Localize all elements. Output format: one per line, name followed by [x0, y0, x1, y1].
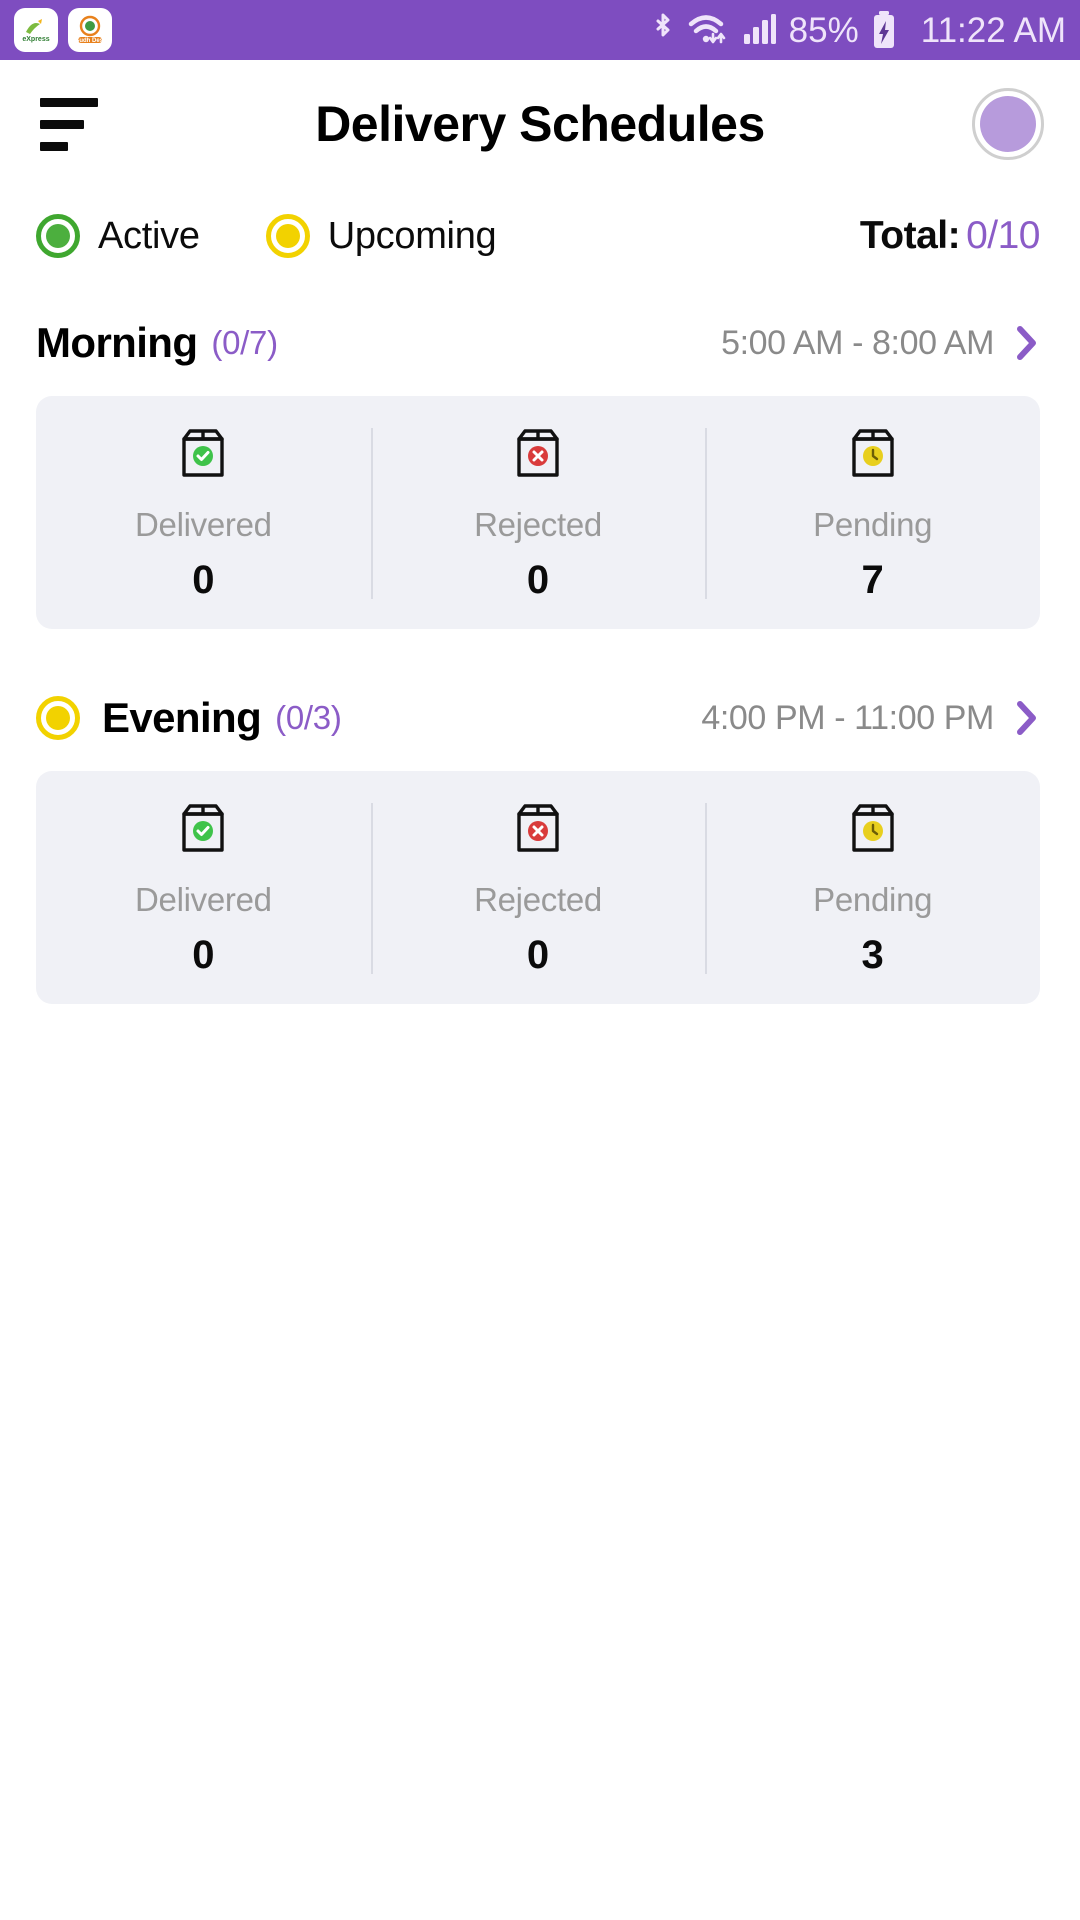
stat-label-pending: Pending [813, 881, 933, 918]
active-status-dot-icon [36, 214, 80, 258]
schedule-header-morning[interactable]: Morning (0/7) 5:00 AM - 8:00 AM [36, 312, 1040, 374]
stat-label-rejected: Rejected [474, 881, 602, 918]
battery-charging-icon [870, 9, 898, 51]
upcoming-status-dot-icon [265, 214, 310, 258]
stat-label-rejected: Rejected [474, 506, 602, 543]
legend-label-active: Active [98, 214, 200, 257]
stat-value-delivered: 0 [192, 933, 215, 977]
schedule-section-evening: Evening (0/3) 4:00 PM - 11:00 PM Deliver… [0, 687, 1080, 1004]
hamburger-line-3 [40, 141, 68, 151]
stat-rejected-evening[interactable]: Rejected 0 [370, 799, 706, 978]
kisan-express-app-icon: eXpress [14, 8, 58, 52]
upcoming-status-dot-icon [36, 696, 80, 740]
schedule-time-evening: 4:00 PM - 11:00 PM [701, 698, 994, 737]
sudh-desi-app-icon: Sudh Desi [68, 8, 112, 52]
chevron-right-icon[interactable] [1014, 698, 1040, 738]
stat-value-pending: 3 [861, 933, 884, 977]
stat-value-delivered: 0 [192, 558, 215, 602]
stat-label-pending: Pending [813, 506, 933, 543]
package-pending-icon [844, 424, 902, 486]
stat-value-pending: 7 [861, 558, 884, 602]
schedule-time-morning: 5:00 AM - 8:00 AM [721, 323, 994, 362]
total-label: Total: [859, 214, 961, 257]
stat-value-rejected: 0 [526, 933, 550, 977]
battery-percentage: 85% [788, 10, 859, 50]
cellular-signal-icon [742, 10, 778, 50]
svg-text:Sudh Desi: Sudh Desi [75, 38, 105, 44]
legend-label-upcoming: Upcoming [327, 214, 497, 257]
package-delivered-icon [174, 424, 232, 486]
package-rejected-icon [509, 424, 567, 486]
package-rejected-icon [509, 799, 567, 861]
schedule-header-evening[interactable]: Evening (0/3) 4:00 PM - 11:00 PM [36, 687, 1040, 749]
bluetooth-icon [650, 10, 676, 50]
legend-item-active[interactable]: Active [36, 214, 200, 258]
hamburger-line-1 [40, 97, 98, 107]
stat-label-delivered: Delivered [134, 881, 272, 918]
total-counter: Total: 0/10 [859, 214, 1041, 258]
stat-value-rejected: 0 [526, 558, 550, 602]
stat-delivered-morning[interactable]: Delivered 0 [36, 424, 371, 603]
stats-card-evening: Delivered 0 Rejected 0 Pending 3 [36, 771, 1040, 1004]
stat-pending-morning[interactable]: Pending 7 [705, 424, 1040, 603]
status-bar-clock: 11:22 AM [920, 10, 1066, 50]
stat-rejected-morning[interactable]: Rejected 0 [370, 424, 706, 603]
svg-text:eXpress: eXpress [22, 36, 49, 43]
chevron-right-icon[interactable] [1014, 323, 1040, 363]
app-header: Delivery Schedules [0, 60, 1080, 188]
user-avatar[interactable] [972, 88, 1044, 160]
package-delivered-icon [174, 799, 232, 861]
stats-card-morning: Delivered 0 Rejected 0 Pending 7 [36, 396, 1040, 629]
hamburger-menu-icon[interactable] [40, 97, 98, 151]
schedule-section-morning: Morning (0/7) 5:00 AM - 8:00 AM Delivere… [0, 312, 1080, 629]
system-status-icons: 85% 11:22 AM [650, 9, 1066, 51]
stat-pending-evening[interactable]: Pending 3 [705, 799, 1040, 978]
total-value: 0/10 [966, 214, 1040, 257]
package-pending-icon [844, 799, 902, 861]
wifi-icon [687, 10, 731, 50]
schedule-count-morning: (0/7) [211, 324, 278, 361]
stat-label-delivered: Delivered [134, 506, 272, 543]
status-bar: eXpress Sudh Desi 85% 11:22 AM [0, 0, 1080, 60]
schedule-name-morning: Morning [36, 319, 198, 366]
stat-delivered-evening[interactable]: Delivered 0 [36, 799, 371, 978]
legend-item-upcoming[interactable]: Upcoming [265, 214, 497, 258]
notification-icons: eXpress Sudh Desi [14, 8, 112, 52]
hamburger-line-2 [40, 119, 84, 129]
schedule-name-evening: Evening [102, 694, 262, 741]
schedule-count-evening: (0/3) [275, 699, 342, 736]
page-title: Delivery Schedules [315, 96, 765, 152]
status-legend-row: Active Upcoming Total: 0/10 [0, 188, 1080, 258]
